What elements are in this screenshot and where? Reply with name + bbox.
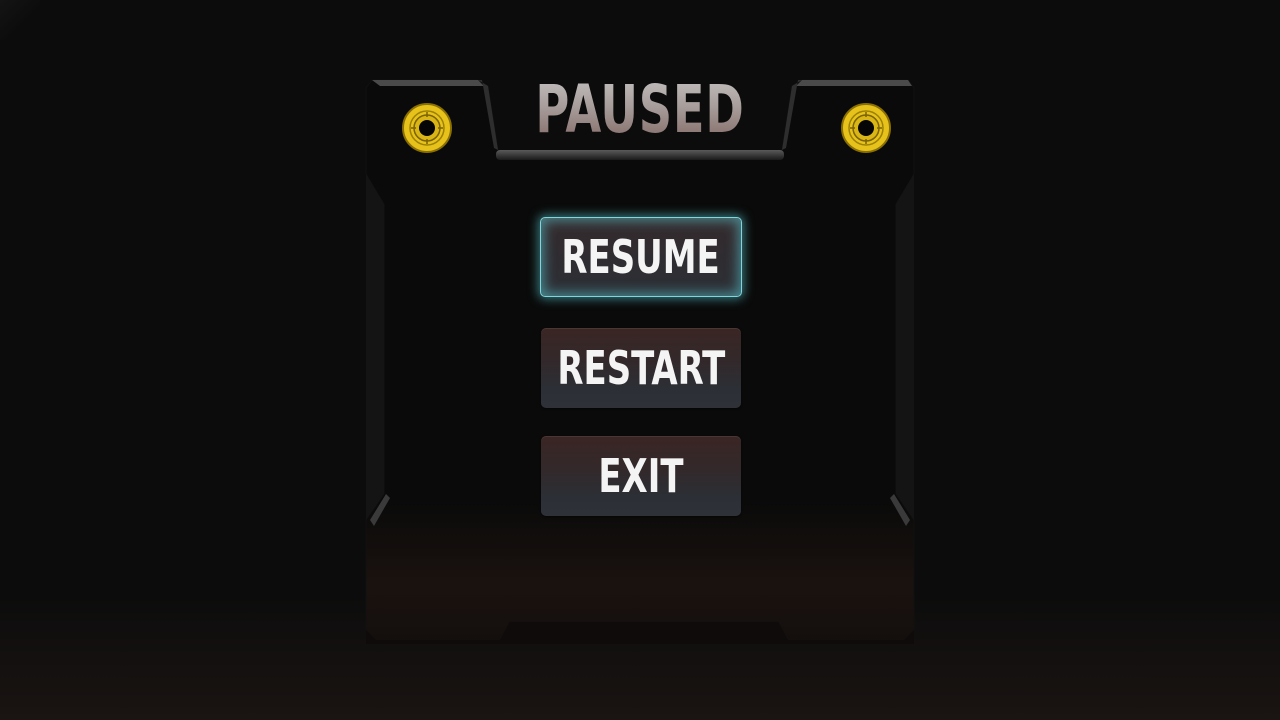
pause-screen: PAUSED RESUME RESTART EXIT [0, 0, 1280, 720]
exit-button-label: EXIT [598, 449, 684, 503]
restart-button-label: RESTART [557, 341, 725, 395]
exit-button[interactable]: EXIT [541, 436, 741, 516]
paused-title: PAUSED [523, 68, 757, 152]
restart-button[interactable]: RESTART [541, 328, 741, 408]
gold-bolt-icon [841, 103, 891, 153]
gold-bolt-icon [402, 103, 452, 153]
resume-button-label: RESUME [561, 230, 721, 284]
resume-button[interactable]: RESUME [540, 217, 742, 297]
